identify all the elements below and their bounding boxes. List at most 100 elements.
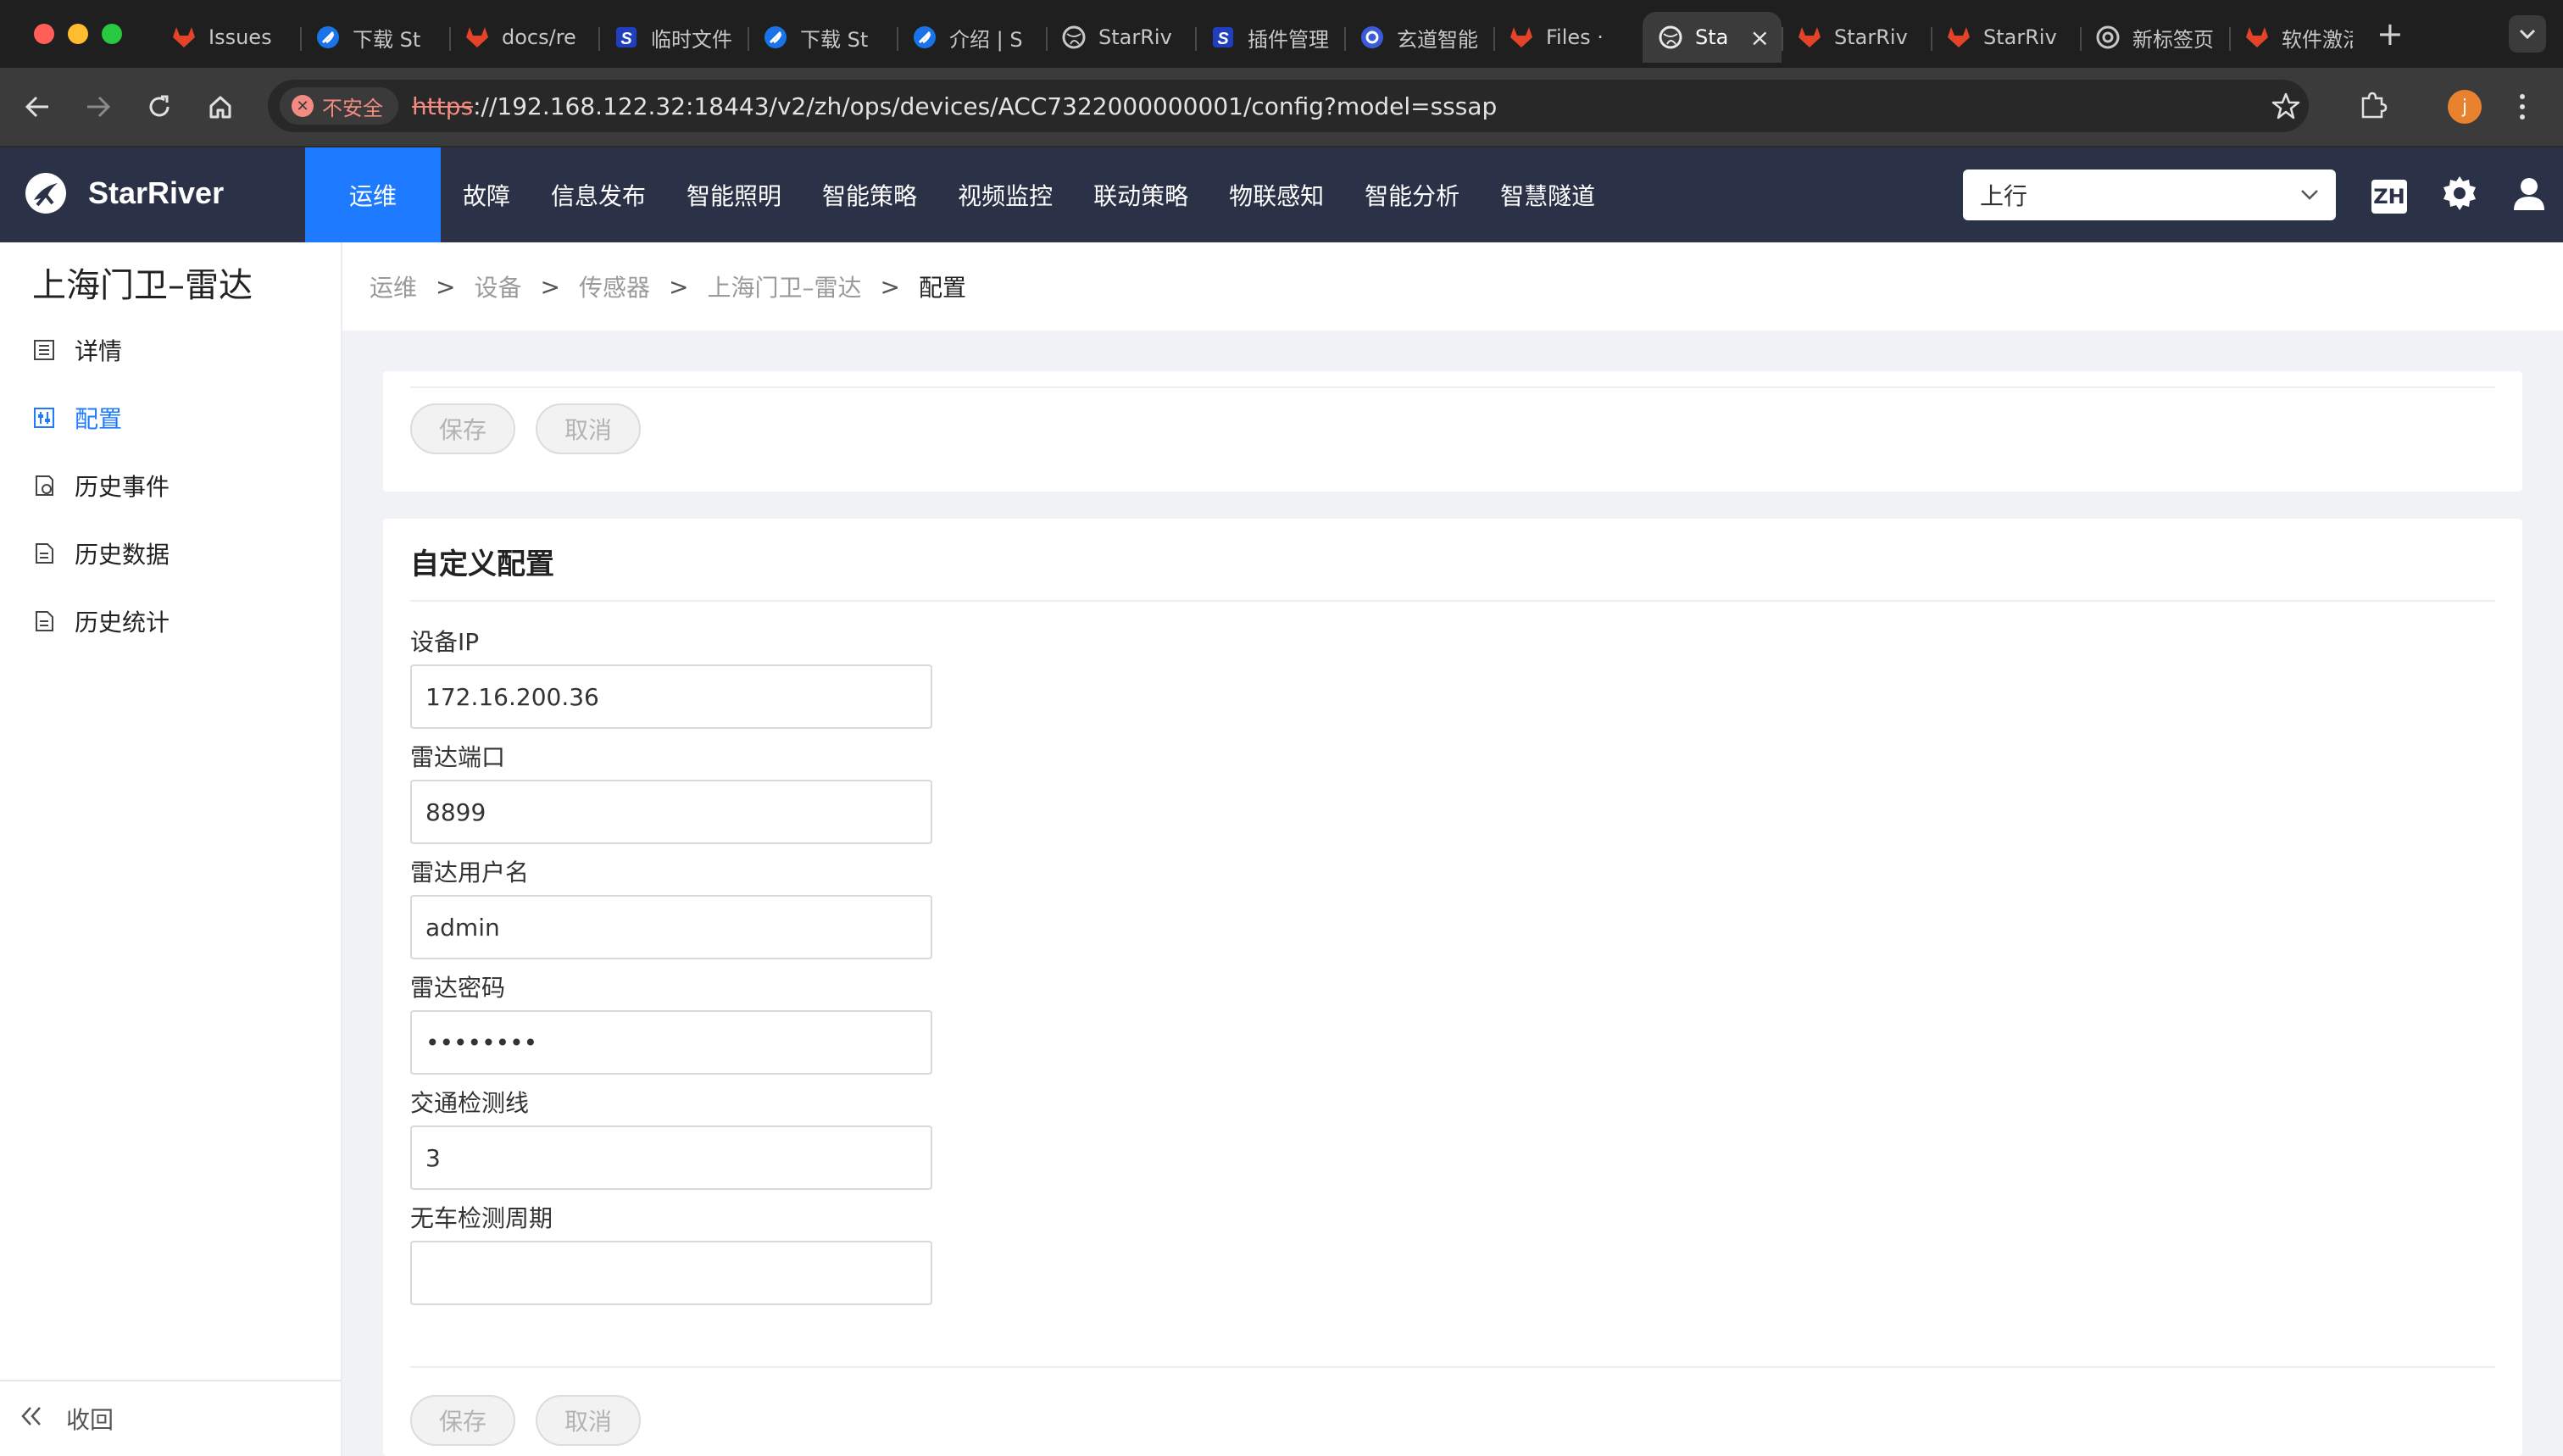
nav-smart-tunnel[interactable]: 智慧隧道 <box>1500 147 1615 242</box>
reload-button[interactable] <box>142 90 176 124</box>
sidebar-item-history-stats[interactable]: 历史统计 <box>31 600 170 642</box>
browser-tab[interactable]: StarRiv <box>1931 12 2080 63</box>
list-doc-icon <box>31 336 58 364</box>
nav-iot-sensing[interactable]: 物联感知 <box>1229 147 1344 242</box>
gear-icon[interactable] <box>2441 175 2478 215</box>
doc-icon <box>31 540 58 567</box>
cancel-button[interactable]: 取消 <box>536 403 641 454</box>
nav-smart-strategy[interactable]: 智能策略 <box>822 147 937 242</box>
close-tab-icon[interactable]: × <box>1750 24 1770 52</box>
main-nav: 运维 故障 信息发布 智能照明 智能策略 视频监控 联动策略 物联感知 智能分析… <box>305 147 1636 242</box>
radar-port-label: 雷达端口 <box>410 743 506 771</box>
gitlab-icon <box>464 25 490 50</box>
breadcrumb-item[interactable]: 上海门卫–雷达 <box>707 270 861 303</box>
radar-port-input[interactable] <box>410 780 932 844</box>
sidebar-item-config[interactable]: 配置 <box>31 397 122 439</box>
sidebar-item-history-events[interactable]: 历史事件 <box>31 464 170 507</box>
extensions-puzzle-icon[interactable] <box>2358 90 2388 124</box>
browser-tab-label: 下载 St <box>800 27 869 52</box>
collapse-sidebar-button[interactable]: 收回 <box>0 1380 341 1456</box>
nav-smart-analysis[interactable]: 智能分析 <box>1365 147 1480 242</box>
browser-tab[interactable]: docs/re <box>449 12 598 63</box>
device-ip-input[interactable] <box>410 664 932 729</box>
cancel-button[interactable]: 取消 <box>536 1395 641 1446</box>
browser-tab-label: Files · <box>1546 25 1604 49</box>
arrow-left-icon <box>25 96 48 118</box>
browser-toolbar: ✕ 不安全 https://192.168.122.32:18443/v2/zh… <box>0 68 2563 147</box>
sidebar-item-history-data[interactable]: 历史数据 <box>31 532 170 575</box>
sidebar-item-label: 历史统计 <box>75 609 170 636</box>
new-tab-button[interactable]: + <box>2377 15 2404 53</box>
browser-tab-label: 插件管理 <box>1248 27 1329 52</box>
main-content: 运维 > 设备 > 传感器 > 上海门卫–雷达 > 配置 保存 取消 自定义配置… <box>342 242 2563 1456</box>
browser-tab-active[interactable]: Sta × <box>1643 12 1782 63</box>
radar-password-input[interactable] <box>410 1010 932 1075</box>
browser-tab[interactable]: 下载 St <box>748 12 897 63</box>
url-scheme: https <box>412 92 474 120</box>
browser-tab[interactable]: S 插件管理 <box>1195 12 1344 63</box>
browser-tab-label: 下载 St <box>353 27 421 52</box>
url-path: ://192.168.122.32:18443/v2/zh/ops/device… <box>473 92 1498 120</box>
browser-tab[interactable]: 下载 St <box>300 12 449 63</box>
breadcrumb-item[interactable]: 传感器 <box>579 270 650 303</box>
radar-username-input[interactable] <box>410 895 932 959</box>
nav-ops[interactable]: 运维 <box>305 147 441 242</box>
nav-linkage-strategy[interactable]: 联动策略 <box>1093 147 1209 242</box>
chevron-down-icon <box>2301 190 2318 200</box>
gitlab-icon <box>1797 25 1822 50</box>
breadcrumb: 运维 > 设备 > 传感器 > 上海门卫–雷达 > 配置 <box>342 242 2563 331</box>
browser-tab[interactable]: StarRiv <box>1046 12 1195 63</box>
breadcrumb-item[interactable]: 运维 <box>370 270 417 303</box>
direction-select[interactable]: 上行 <box>1963 169 2336 220</box>
forward-button[interactable] <box>81 90 115 124</box>
nav-video-monitoring[interactable]: 视频监控 <box>958 147 1073 242</box>
browser-tab[interactable]: 介绍 | S <box>897 12 1046 63</box>
save-button[interactable]: 保存 <box>410 403 515 454</box>
nav-info-publish[interactable]: 信息发布 <box>551 147 666 242</box>
address-bar[interactable]: ✕ 不安全 https://192.168.122.32:18443/v2/zh… <box>268 80 2309 132</box>
custom-config-card: 自定义配置 设备IP 雷达端口 雷达用户名 雷达密码 交通检测线 无车检测周期 … <box>383 519 2522 1456</box>
browser-tab[interactable]: StarRiv <box>1782 12 1931 63</box>
maximize-window-button[interactable] <box>102 24 122 44</box>
divider <box>410 600 2495 602</box>
minimize-window-button[interactable] <box>68 24 88 44</box>
breadcrumb-item[interactable]: 设备 <box>474 270 521 303</box>
browser-tab[interactable]: 玄道智能 <box>1344 12 1493 63</box>
svg-text:S: S <box>620 30 632 48</box>
browser-tab[interactable]: S 临时文件 <box>598 12 748 63</box>
security-chip[interactable]: ✕ 不安全 <box>280 87 398 125</box>
browser-tab[interactable]: 软件激活 <box>2229 12 2365 63</box>
tab-search-button[interactable] <box>2509 15 2546 53</box>
save-button[interactable]: 保存 <box>410 1395 515 1446</box>
s-logo-icon: S <box>614 25 639 50</box>
user-icon[interactable] <box>2510 175 2548 215</box>
browser-tab[interactable]: Files · <box>1493 12 1643 63</box>
browser-tab[interactable]: 新标签页 <box>2080 12 2229 63</box>
globe-icon <box>1061 25 1087 50</box>
bookmark-star-icon[interactable] <box>2271 92 2300 124</box>
blue-circle-icon <box>1359 25 1385 50</box>
browser-tab-strip: Issues 下载 St docs/re S 临时文件 下载 St 介绍 | S… <box>0 0 2563 68</box>
language-toggle[interactable]: ZH <box>2371 180 2407 214</box>
nav-faults[interactable]: 故障 <box>463 147 531 242</box>
gitlab-icon <box>1946 25 1971 50</box>
browser-tab-label: docs/re <box>502 25 576 49</box>
brand[interactable]: StarRiver <box>24 171 224 215</box>
nav-smart-lighting[interactable]: 智能照明 <box>687 147 802 242</box>
sidebar-item-details[interactable]: 详情 <box>31 329 122 371</box>
breadcrumb-current: 配置 <box>918 274 966 302</box>
browser-menu-icon[interactable] <box>2517 92 2527 125</box>
radar-username-label: 雷达用户名 <box>410 859 530 886</box>
home-button[interactable] <box>203 90 237 124</box>
browser-tab-label: StarRiv <box>1098 25 1172 49</box>
browser-tab[interactable]: Issues <box>156 12 300 63</box>
back-button[interactable] <box>20 90 54 124</box>
double-chevron-left-icon <box>19 1405 44 1433</box>
traffic-detection-line-input[interactable] <box>410 1125 932 1190</box>
profile-avatar[interactable]: j <box>2448 90 2482 124</box>
no-car-detection-period-input[interactable] <box>410 1241 932 1305</box>
url-text[interactable]: https://192.168.122.32:18443/v2/zh/ops/d… <box>412 92 1497 120</box>
sidebar: 上海门卫–雷达 详情 配置 历史事件 历史数据 历史统计 收回 <box>0 242 342 1456</box>
traffic-detection-line-label: 交通检测线 <box>410 1089 530 1117</box>
close-window-button[interactable] <box>34 24 54 44</box>
